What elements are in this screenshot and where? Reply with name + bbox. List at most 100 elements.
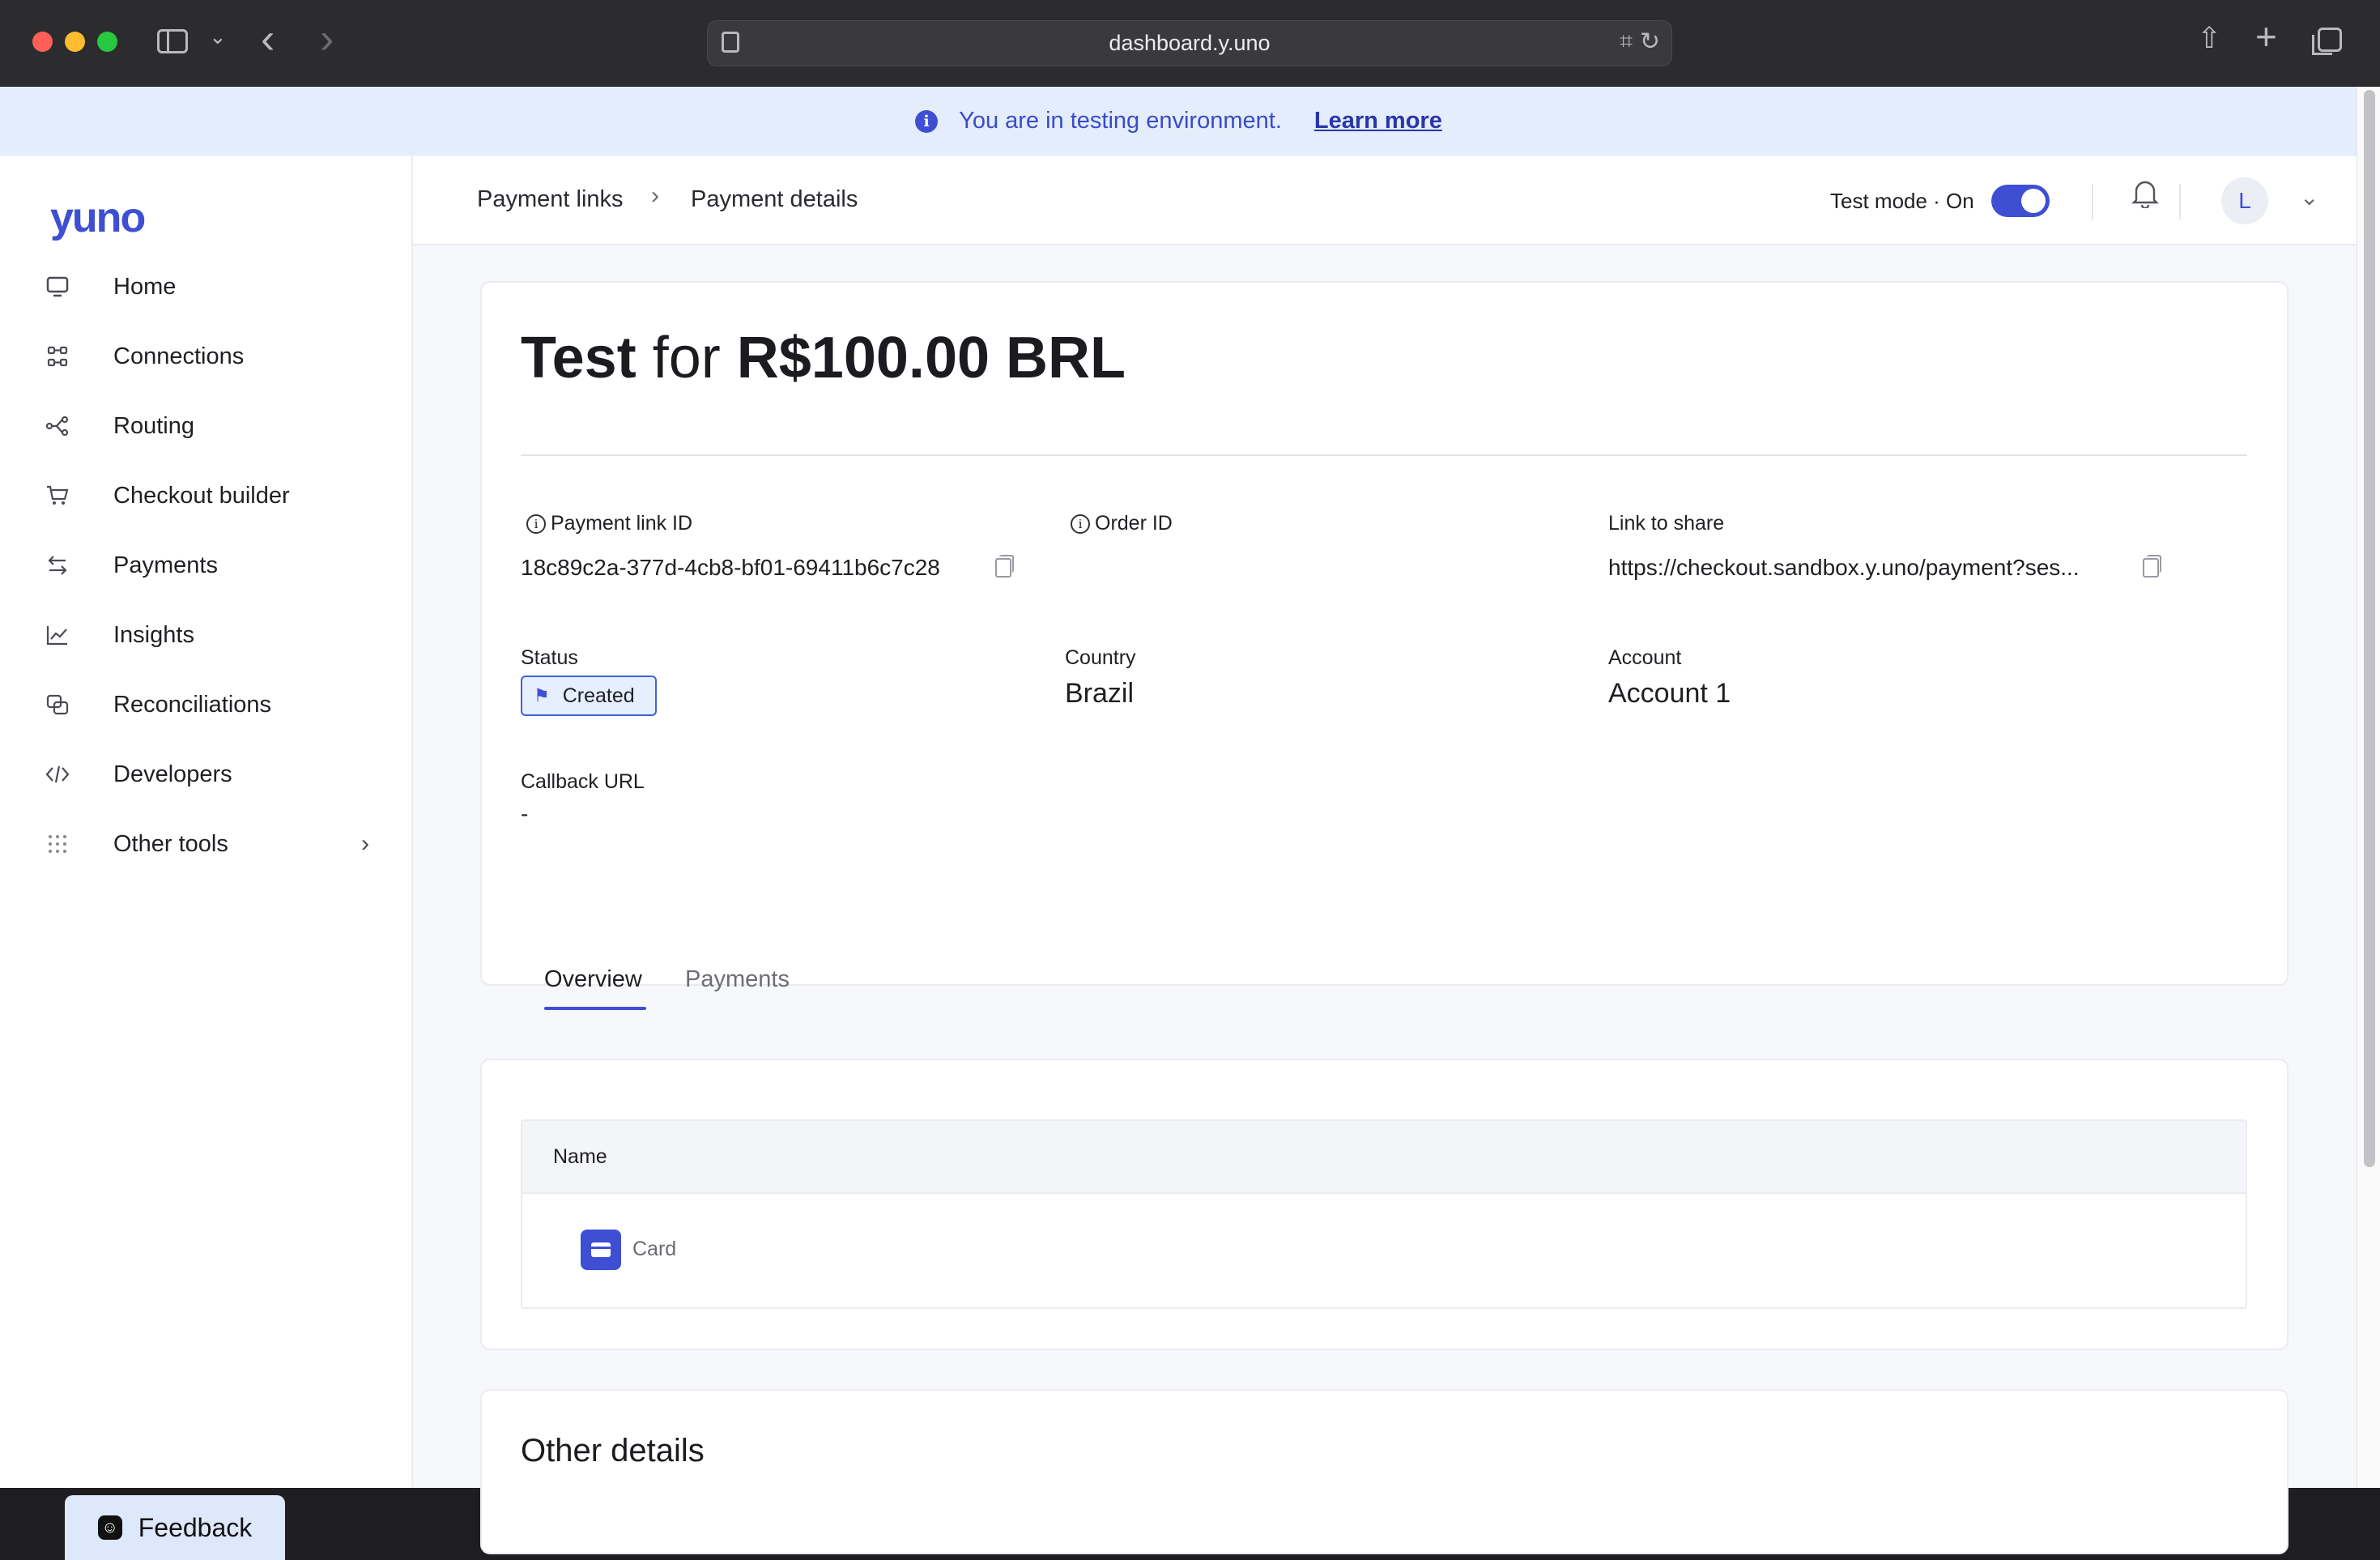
other-details-card: Other details	[480, 1389, 2288, 1554]
status-label: Status	[521, 646, 578, 669]
payment-details-card: Test for R$100.00 BRL i Payment link ID …	[480, 281, 2288, 986]
learn-more-link[interactable]: Learn more	[1314, 108, 1442, 134]
payment-link-id-value: 18c89c2a-377d-4cb8-bf01-69411b6c7c28	[521, 555, 940, 580]
toggle-knob	[2021, 189, 2046, 213]
translate-icon[interactable]: ⌗	[1620, 28, 1633, 55]
sidebar-item-routing[interactable]: Routing	[0, 398, 411, 454]
country-value: Brazil	[1065, 678, 1135, 709]
sidebar-item-label: Reconciliations	[113, 691, 272, 718]
title-amount: R$100.00	[736, 326, 990, 390]
test-mode-label: Test mode · On	[1830, 189, 1974, 213]
divider	[521, 454, 2247, 456]
sidebar-item-other-tools[interactable]: Other tools ›	[0, 816, 411, 872]
url-text[interactable]: dashboard.y.uno	[708, 31, 1671, 56]
share-icon[interactable]: ⇧	[2197, 21, 2221, 55]
scrollbar[interactable]	[2357, 87, 2380, 1488]
avatar[interactable]: L	[2221, 177, 2268, 224]
order-id-label: i Order ID	[1071, 512, 1173, 535]
sidebar-item-payments[interactable]: Payments	[0, 537, 411, 594]
sidebar-item-label: Connections	[113, 343, 245, 369]
monitor-icon	[45, 275, 70, 299]
back-arrow-icon[interactable]: ‹	[261, 18, 275, 60]
tab-overview[interactable]: Overview	[544, 966, 642, 993]
sidebar-item-developers[interactable]: Developers	[0, 746, 411, 803]
page-title: Test for R$100.00 BRL	[521, 325, 1126, 391]
column-header-name: Name	[553, 1145, 607, 1168]
callback-url-label: Callback URL	[521, 770, 645, 793]
other-details-title: Other details	[521, 1433, 705, 1468]
info-icon[interactable]: i	[1071, 514, 1090, 534]
sidebar-item-label: Checkout builder	[113, 482, 290, 509]
chevron-down-icon[interactable]: ⌄	[209, 24, 227, 49]
table-row[interactable]: Card	[522, 1194, 2246, 1309]
title-for: for	[652, 326, 721, 390]
sidebar: yuno Home Connections Routing Checkout b…	[0, 156, 413, 1560]
routing-icon	[45, 414, 70, 438]
sidebar-item-checkout-builder[interactable]: Checkout builder	[0, 467, 411, 524]
payment-methods-table: Name Card	[521, 1119, 2247, 1309]
copy-icon[interactable]	[2143, 555, 2161, 578]
method-name: Card	[632, 1238, 677, 1260]
yuno-logo[interactable]: yuno	[50, 194, 146, 242]
feedback-button[interactable]: ☺ Feedback	[65, 1495, 285, 1560]
sidebar-item-label: Insights	[113, 621, 194, 648]
feedback-icon: ☺	[97, 1515, 122, 1540]
account-label: Account	[1608, 646, 1682, 669]
payment-link-id-label: i Payment link ID	[526, 512, 692, 535]
reconcile-icon	[45, 693, 70, 717]
country-label: Country	[1065, 646, 1136, 669]
page-header: Payment links › Payment details Test mod…	[413, 156, 2357, 245]
account-value: Account 1	[1608, 678, 1731, 709]
address-bar[interactable]: dashboard.y.uno ⌗ ↻	[707, 20, 1672, 66]
forward-arrow-icon[interactable]: ›	[320, 18, 334, 60]
info-icon[interactable]: i	[526, 514, 546, 534]
code-icon	[45, 762, 70, 786]
info-icon: i	[915, 109, 939, 133]
sidebar-item-label: Home	[113, 273, 177, 300]
new-tab-icon[interactable]: +	[2255, 15, 2277, 58]
grid-icon	[45, 832, 70, 856]
link-to-share-value[interactable]: https://checkout.sandbox.y.uno/payment?s…	[1608, 555, 2080, 581]
callback-url-value: -	[521, 801, 529, 826]
table-header: Name	[522, 1121, 2246, 1194]
sidebar-item-reconciliations[interactable]: Reconciliations	[0, 676, 411, 733]
breadcrumb-payment-links[interactable]: Payment links	[477, 186, 624, 213]
browser-toolbar: ⌄ ‹ › dashboard.y.uno ⌗ ↻ ⇧ +	[0, 0, 2380, 87]
sidebar-item-home[interactable]: Home	[0, 258, 411, 315]
title-name: Test	[521, 326, 637, 390]
sidebar-item-label: Payments	[113, 552, 218, 578]
sidebar-toggle-icon[interactable]	[157, 29, 188, 53]
link-to-share-label: Link to share	[1608, 512, 1725, 535]
bell-icon[interactable]	[2131, 177, 2159, 215]
connections-icon	[45, 344, 70, 369]
label-text: Order ID	[1095, 512, 1173, 535]
reload-icon[interactable]: ↻	[1640, 28, 1660, 56]
label-text: Payment link ID	[551, 512, 693, 535]
sidebar-item-label: Routing	[113, 412, 194, 439]
tab-overview-icon[interactable]	[2312, 28, 2342, 55]
credit-card-icon	[581, 1230, 621, 1270]
feedback-label: Feedback	[138, 1512, 253, 1542]
payment-methods-card: Name Card	[480, 1059, 2288, 1350]
chart-icon	[45, 623, 70, 647]
window-zoom-button[interactable]	[97, 32, 117, 52]
copy-icon[interactable]	[995, 555, 1014, 578]
status-text: Created	[562, 684, 635, 707]
page: i You are in testing environment. Learn …	[0, 87, 2380, 1560]
window-minimize-button[interactable]	[65, 32, 85, 52]
divider	[2092, 184, 2093, 220]
test-mode-toggle[interactable]	[1991, 185, 2050, 217]
chevron-down-icon[interactable]: ⌄	[2300, 184, 2318, 211]
breadcrumb-payment-details: Payment details	[691, 186, 858, 212]
chevron-right-icon: ›	[651, 182, 659, 209]
sidebar-item-label: Developers	[113, 761, 232, 787]
chevron-right-icon: ›	[361, 830, 369, 857]
tab-payments[interactable]: Payments	[685, 966, 790, 993]
title-currency: BRL	[1006, 326, 1126, 390]
active-tab-indicator	[544, 1007, 646, 1010]
sidebar-item-insights[interactable]: Insights	[0, 607, 411, 663]
scrollbar-thumb[interactable]	[2364, 90, 2375, 1167]
sidebar-item-connections[interactable]: Connections	[0, 328, 411, 385]
window-close-button[interactable]	[32, 32, 53, 52]
cart-icon	[45, 484, 70, 508]
